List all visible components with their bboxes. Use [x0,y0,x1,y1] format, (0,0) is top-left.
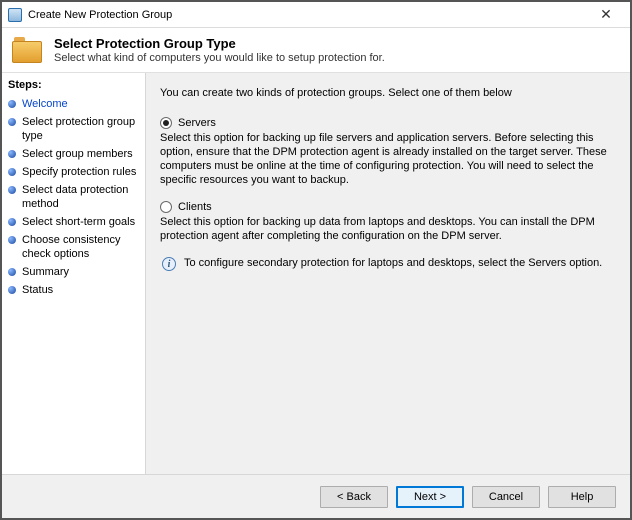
step-select-group-members[interactable]: Select group members [8,145,141,163]
step-bullet-icon [8,118,16,126]
title-bar: Create New Protection Group ✕ [2,2,630,28]
cancel-button[interactable]: Cancel [472,486,540,508]
steps-label: Steps: [8,79,141,91]
step-welcome[interactable]: Welcome [8,95,141,113]
step-bullet-icon [8,186,16,194]
step-choose-consistency-check-options[interactable]: Choose consistency check options [8,231,141,263]
step-status[interactable]: Status [8,281,141,299]
step-bullet-icon [8,168,16,176]
step-select-short-term-goals[interactable]: Select short-term goals [8,213,141,231]
info-text: To configure secondary protection for la… [184,257,616,269]
option-servers-label: Servers [178,117,216,129]
page-heading: Select Protection Group Type [54,36,385,51]
window-title: Create New Protection Group [28,9,172,21]
step-bullet-icon [8,236,16,244]
help-button[interactable]: Help [548,486,616,508]
step-bullet-icon [8,150,16,158]
wizard-content: You can create two kinds of protection g… [146,73,630,474]
back-button[interactable]: < Back [320,486,388,508]
step-bullet-icon [8,218,16,226]
wizard-header: Select Protection Group Type Select what… [2,28,630,73]
steps-sidebar: Steps: Welcome Select protection group t… [2,73,146,474]
radio-icon-checked [160,117,172,129]
option-clients[interactable]: Clients [160,201,616,213]
content-intro: You can create two kinds of protection g… [160,87,616,99]
wizard-footer: < Back Next > Cancel Help [2,474,630,518]
option-clients-label: Clients [178,201,212,213]
step-select-protection-group-type[interactable]: Select protection group type [8,113,141,145]
step-bullet-icon [8,100,16,108]
step-bullet-icon [8,268,16,276]
info-icon: i [162,257,176,271]
page-subheading: Select what kind of computers you would … [54,52,385,64]
step-summary[interactable]: Summary [8,263,141,281]
radio-icon-unchecked [160,201,172,213]
close-button[interactable]: ✕ [586,4,626,26]
step-bullet-icon [8,286,16,294]
step-select-data-protection-method[interactable]: Select data protection method [8,181,141,213]
option-clients-desc: Select this option for backing up data f… [160,215,616,243]
folder-icon [12,37,42,63]
next-button[interactable]: Next > [396,486,464,508]
app-icon [8,8,22,22]
info-row: i To configure secondary protection for … [162,257,616,271]
step-specify-protection-rules[interactable]: Specify protection rules [8,163,141,181]
option-servers[interactable]: Servers [160,117,616,129]
option-servers-desc: Select this option for backing up file s… [160,131,616,187]
